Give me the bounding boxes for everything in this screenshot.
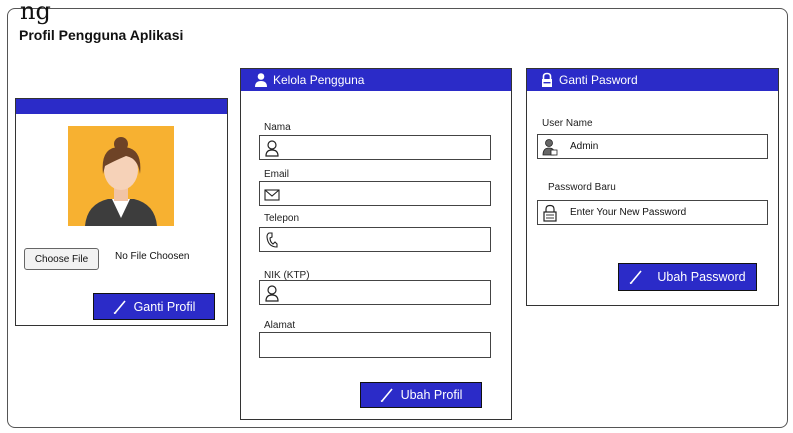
- top-glyph-text: ng: [20, 0, 51, 25]
- ganti-password-title: Ganti Pasword: [559, 73, 638, 87]
- ubah-profil-label: Ubah Profil: [400, 388, 463, 402]
- ubah-password-label: Ubah Password: [657, 270, 746, 284]
- no-file-text: No File Choosen: [115, 251, 190, 262]
- password-placeholder: Enter Your New Password: [570, 207, 687, 218]
- user-icon: [255, 73, 267, 87]
- avatar-image: [68, 126, 174, 226]
- profile-card: [15, 98, 228, 326]
- ubah-profil-button[interactable]: Ubah Profil: [360, 382, 482, 408]
- id-card-user-icon: [265, 285, 279, 302]
- nama-field[interactable]: [259, 135, 491, 160]
- username-value: Admin: [570, 141, 599, 152]
- lock-icon: [542, 72, 552, 87]
- mail-icon: [264, 189, 280, 201]
- user-lock-icon: [542, 139, 558, 156]
- page-title: Profil Pengguna Aplikasi: [19, 27, 184, 43]
- email-field[interactable]: [259, 181, 491, 206]
- password-label: Password Baru: [548, 182, 616, 193]
- profile-card-header: [16, 99, 227, 114]
- telepon-label: Telepon: [264, 213, 300, 224]
- choose-file-button[interactable]: Choose File: [24, 248, 99, 270]
- kelola-pengguna-title: Kelola Pengguna: [273, 73, 365, 87]
- ubah-password-button[interactable]: Ubah Password: [618, 263, 757, 291]
- username-field[interactable]: Admin: [537, 134, 768, 159]
- phone-icon: [266, 232, 278, 248]
- username-label: User Name: [542, 118, 593, 129]
- nik-field[interactable]: [259, 280, 491, 305]
- ganti-profil-button[interactable]: Ganti Profil: [93, 293, 215, 320]
- pencil-icon: [630, 270, 642, 284]
- ganti-password-header: Ganti Pasword: [527, 69, 778, 91]
- alamat-field[interactable]: [259, 332, 491, 358]
- alamat-label: Alamat: [264, 320, 296, 331]
- telepon-field[interactable]: [259, 227, 491, 252]
- password-field[interactable]: Enter Your New Password: [537, 200, 768, 225]
- pencil-icon: [380, 388, 393, 402]
- kelola-pengguna-header: Kelola Pengguna: [241, 69, 511, 91]
- pencil-icon: [113, 299, 126, 314]
- user-outline-icon: [265, 140, 279, 157]
- avatar: [68, 126, 174, 226]
- nama-label: Nama: [264, 122, 291, 133]
- padlock-icon: [543, 204, 557, 222]
- ganti-profil-label: Ganti Profil: [133, 299, 196, 314]
- email-label: Email: [264, 169, 290, 180]
